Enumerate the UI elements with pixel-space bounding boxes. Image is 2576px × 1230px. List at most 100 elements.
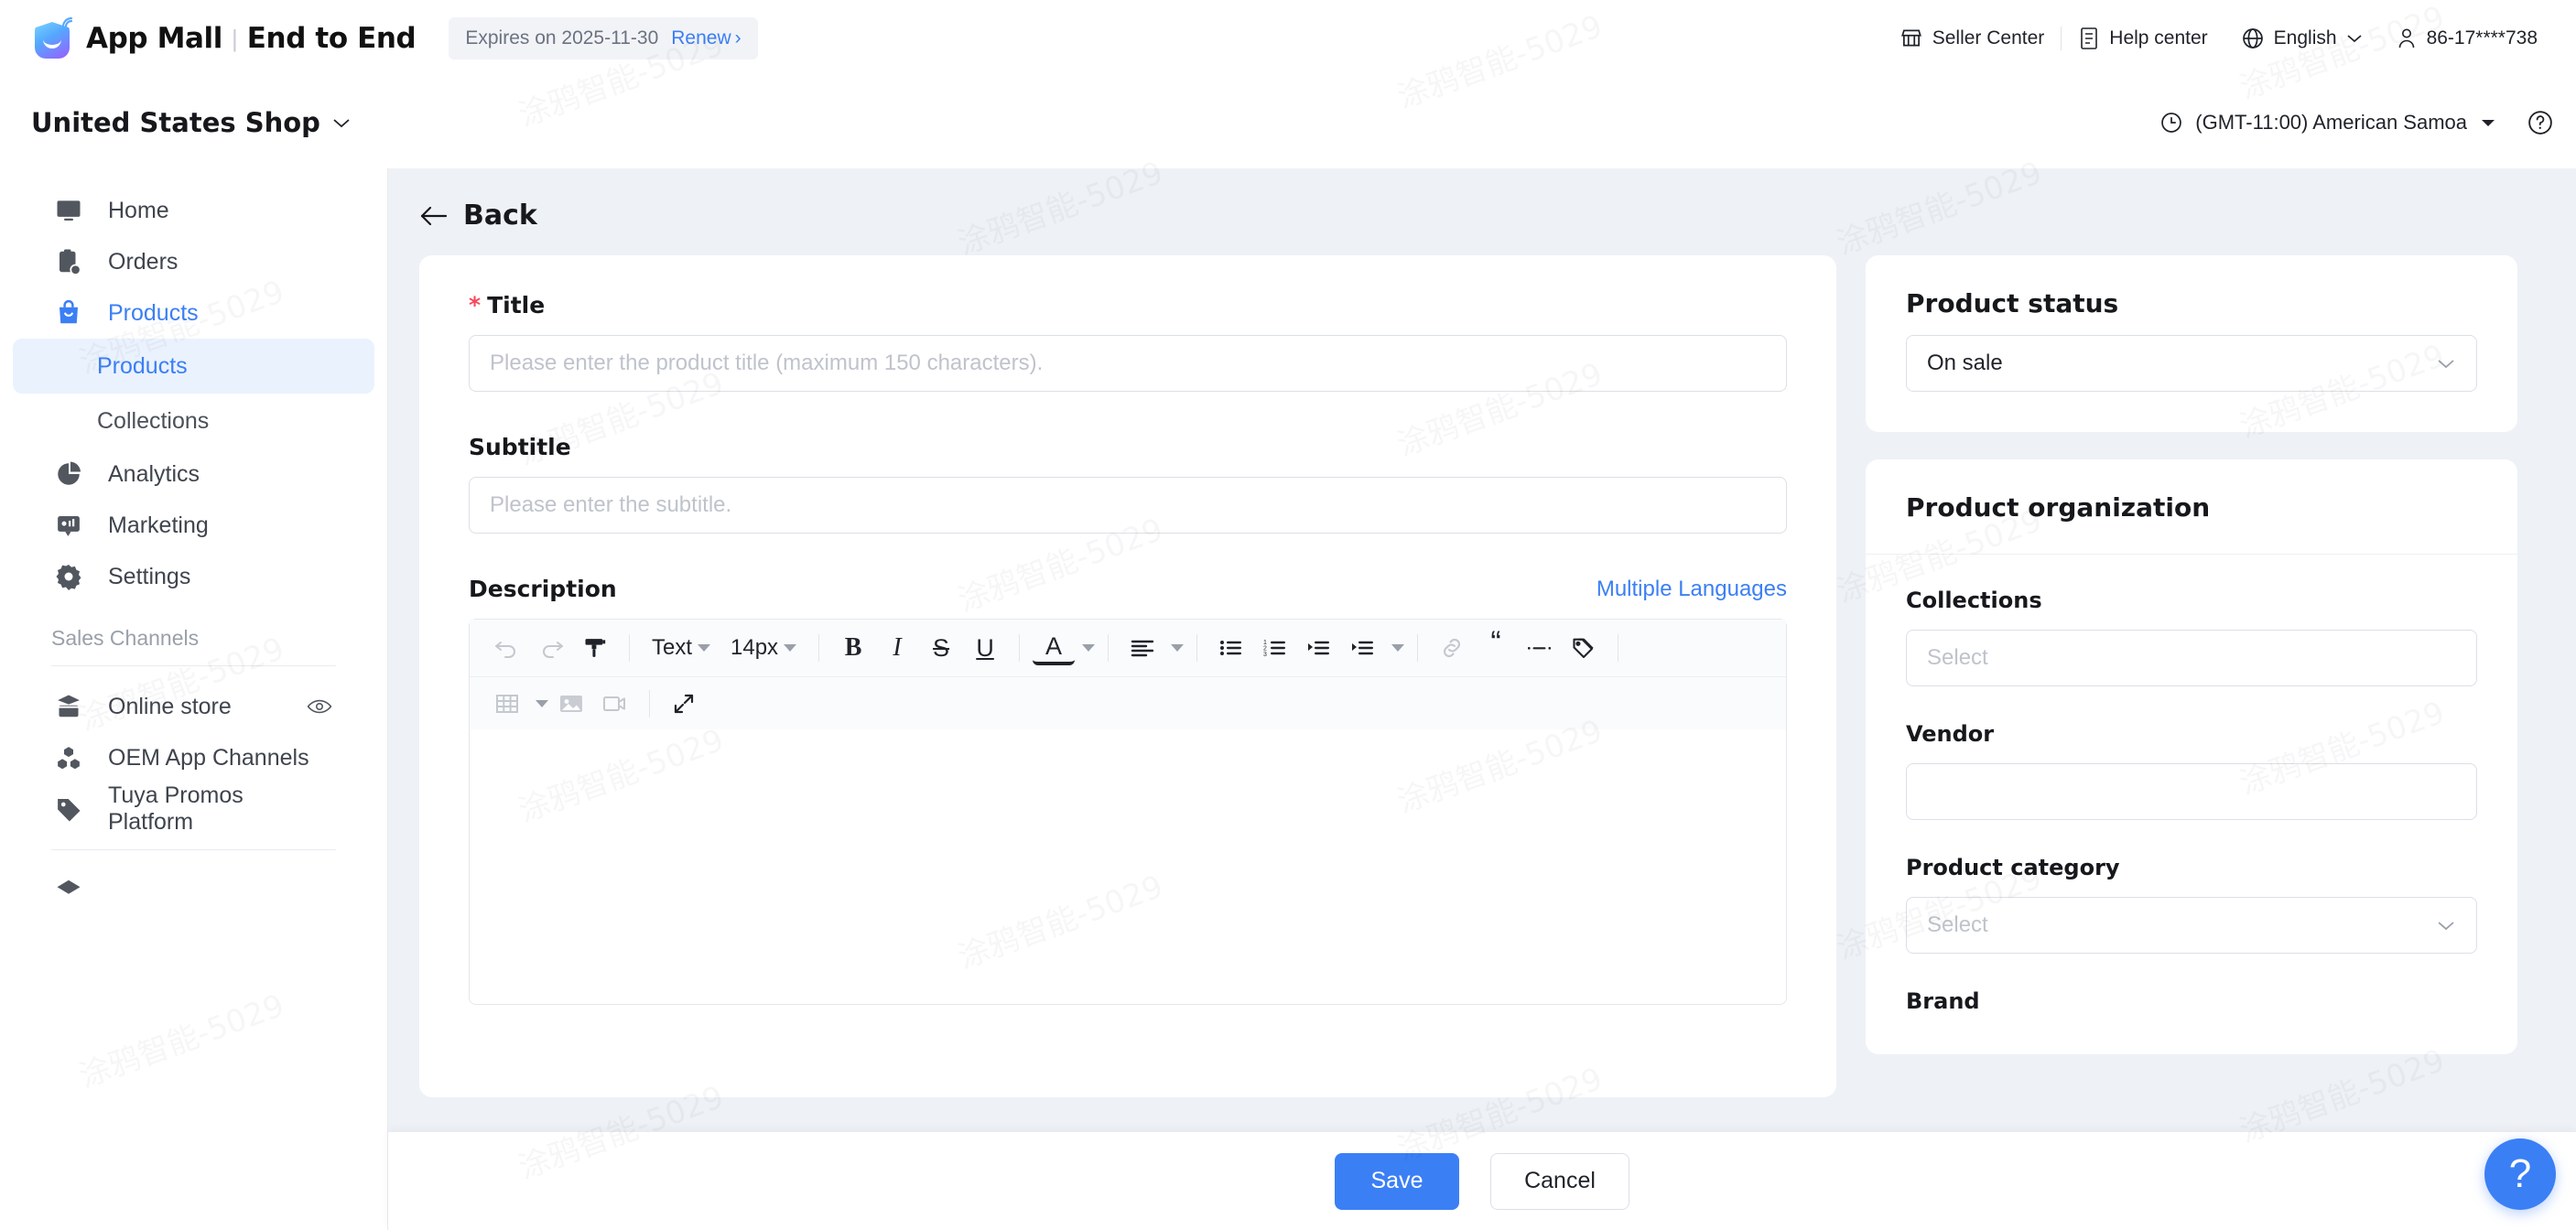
image-icon[interactable]: [550, 683, 592, 725]
sidebar-item-label: Tuya Promos Platform: [108, 782, 244, 835]
editor-toolbar-row-1: Text 14px B I S U A 1 2 3 “: [470, 620, 1786, 676]
sidebar-item-online-store[interactable]: Online store: [18, 681, 369, 732]
product-category-select[interactable]: Select: [1906, 897, 2477, 954]
product-organization-card: Product organization Collections Select …: [1866, 459, 2517, 1054]
bullet-list-icon[interactable]: [1210, 627, 1252, 669]
caret-down-icon[interactable]: [1171, 644, 1185, 652]
product-status-value: On sale: [1927, 351, 2003, 375]
sidebar-section-label: Sales Channels: [51, 626, 200, 650]
clock-icon: [2159, 111, 2183, 135]
video-icon[interactable]: [594, 683, 636, 725]
sidebar-item-label: Analytics: [108, 460, 200, 487]
product-details-card: * Title Please enter the product title (m…: [419, 255, 1836, 1097]
table-icon[interactable]: [486, 683, 528, 725]
title-input[interactable]: Please enter the product title (maximum …: [469, 335, 1787, 392]
undo-icon[interactable]: [486, 627, 528, 669]
toolbar-divider: [629, 634, 630, 662]
renew-label: Renew: [671, 27, 731, 49]
font-size-value: 14px: [731, 635, 779, 660]
toolbar-divider: [1417, 634, 1419, 662]
brand-name: App Mall: [86, 22, 222, 55]
redo-icon[interactable]: [530, 627, 572, 669]
description-editor-canvas[interactable]: [470, 729, 1786, 1004]
help-fab-button[interactable]: ?: [2484, 1138, 2556, 1210]
vendor-input[interactable]: [1906, 763, 2477, 820]
indent-icon[interactable]: [1298, 627, 1340, 669]
right-sidebar-column: Product status On sale Product organizat…: [1866, 255, 2517, 1097]
sidebar-item-orders[interactable]: Orders: [18, 236, 369, 287]
sidebar-item-oem-app-channels[interactable]: OEM App Channels: [18, 732, 369, 783]
help-center-link[interactable]: Help center: [2062, 27, 2224, 50]
sidebar-item-marketing[interactable]: Marketing: [18, 500, 369, 551]
indent-more-icon[interactable]: [1342, 627, 1384, 669]
sidebar-item-products[interactable]: Products: [18, 287, 369, 339]
link-icon[interactable]: [1431, 627, 1473, 669]
main-content: Back * Title Please enter the product tit…: [388, 168, 2576, 1230]
product-organization-body: Collections Select Vendor Product catego…: [1866, 555, 2517, 1054]
multiple-languages-link[interactable]: Multiple Languages: [1596, 577, 1787, 602]
blockquote-icon[interactable]: “: [1475, 627, 1517, 669]
caret-down-icon[interactable]: [1082, 644, 1096, 652]
language-switcher[interactable]: English: [2224, 27, 2379, 50]
brand-logo-group[interactable]: App Mall | End to End: [31, 16, 417, 60]
pie-chart-icon: [55, 460, 82, 488]
caret-down-icon[interactable]: [1391, 644, 1405, 652]
subtitle-input[interactable]: Please enter the subtitle.: [469, 477, 1787, 534]
seller-center-label: Seller Center: [1932, 27, 2045, 49]
toolbar-divider: [1019, 634, 1021, 662]
text-style-value: Text: [652, 635, 693, 660]
product-status-select[interactable]: On sale: [1906, 335, 2477, 392]
sidebar-item-analytics[interactable]: Analytics: [18, 448, 369, 500]
help-tooltip-button[interactable]: [2527, 109, 2554, 136]
format-painter-icon[interactable]: [574, 627, 616, 669]
shop-selector[interactable]: United States Shop: [31, 107, 352, 138]
italic-icon[interactable]: I: [876, 627, 918, 669]
globe-icon: [2241, 27, 2265, 50]
chevron-down-icon: [2436, 919, 2456, 932]
shopping-bag-icon: [55, 299, 82, 327]
caret-down-icon[interactable]: [536, 699, 548, 707]
renew-link[interactable]: Renew ›: [671, 27, 741, 49]
timezone-selector[interactable]: (GMT-11:00) American Samoa: [2159, 111, 2497, 135]
horizontal-rule-icon[interactable]: [1519, 627, 1561, 669]
strikethrough-icon[interactable]: S: [920, 627, 962, 669]
bold-icon[interactable]: B: [832, 627, 874, 669]
caret-down-icon: [2479, 116, 2497, 129]
seller-center-link[interactable]: Seller Center: [1883, 27, 2062, 50]
chevron-down-icon: [2346, 33, 2363, 44]
question-circle-icon: [2527, 109, 2554, 136]
product-organization-title: Product organization: [1906, 492, 2211, 523]
product-category-placeholder: Select: [1927, 912, 1988, 937]
align-icon[interactable]: [1121, 627, 1164, 669]
user-icon: [2396, 27, 2418, 50]
vendor-label: Vendor: [1906, 721, 1995, 747]
sidebar-subitem-collections[interactable]: Collections: [13, 394, 374, 448]
account-menu[interactable]: 86-17****738: [2379, 27, 2554, 50]
font-size-dropdown[interactable]: 14px: [721, 635, 806, 661]
brand-separator: |: [232, 24, 238, 52]
subtitle-label: Subtitle: [469, 434, 571, 460]
font-color-icon[interactable]: A: [1033, 631, 1076, 665]
underline-icon[interactable]: U: [964, 627, 1006, 669]
save-button[interactable]: Save: [1335, 1152, 1459, 1210]
eye-icon[interactable]: [307, 697, 332, 716]
numbered-list-icon[interactable]: 1 2 3: [1254, 627, 1296, 669]
tag-icon[interactable]: [1563, 627, 1605, 669]
clipboard-check-icon: [55, 248, 82, 275]
sidebar-item-home[interactable]: Home: [18, 185, 369, 236]
collections-label: Collections: [1906, 588, 2042, 613]
back-button[interactable]: Back: [419, 200, 2576, 232]
sidebar-item-partial[interactable]: [18, 865, 369, 916]
help-center-label: Help center: [2109, 27, 2208, 49]
sidebar-item-settings[interactable]: Settings: [18, 551, 369, 602]
fullscreen-icon[interactable]: [663, 683, 705, 725]
sidebar-subitem-products[interactable]: Products: [13, 339, 374, 394]
collections-select[interactable]: Select: [1906, 630, 2477, 686]
text-style-dropdown[interactable]: Text: [643, 635, 720, 661]
product-status-title: Product status: [1906, 288, 2119, 318]
shop-context-bar: United States Shop (GMT-11:00) American …: [0, 77, 2576, 168]
sidebar-item-label: Products: [108, 299, 199, 326]
chevron-down-icon: [2436, 357, 2456, 370]
sidebar-item-tuya-promos-platform[interactable]: Tuya Promos Platform: [18, 782, 369, 835]
cancel-button[interactable]: Cancel: [1490, 1152, 1629, 1210]
